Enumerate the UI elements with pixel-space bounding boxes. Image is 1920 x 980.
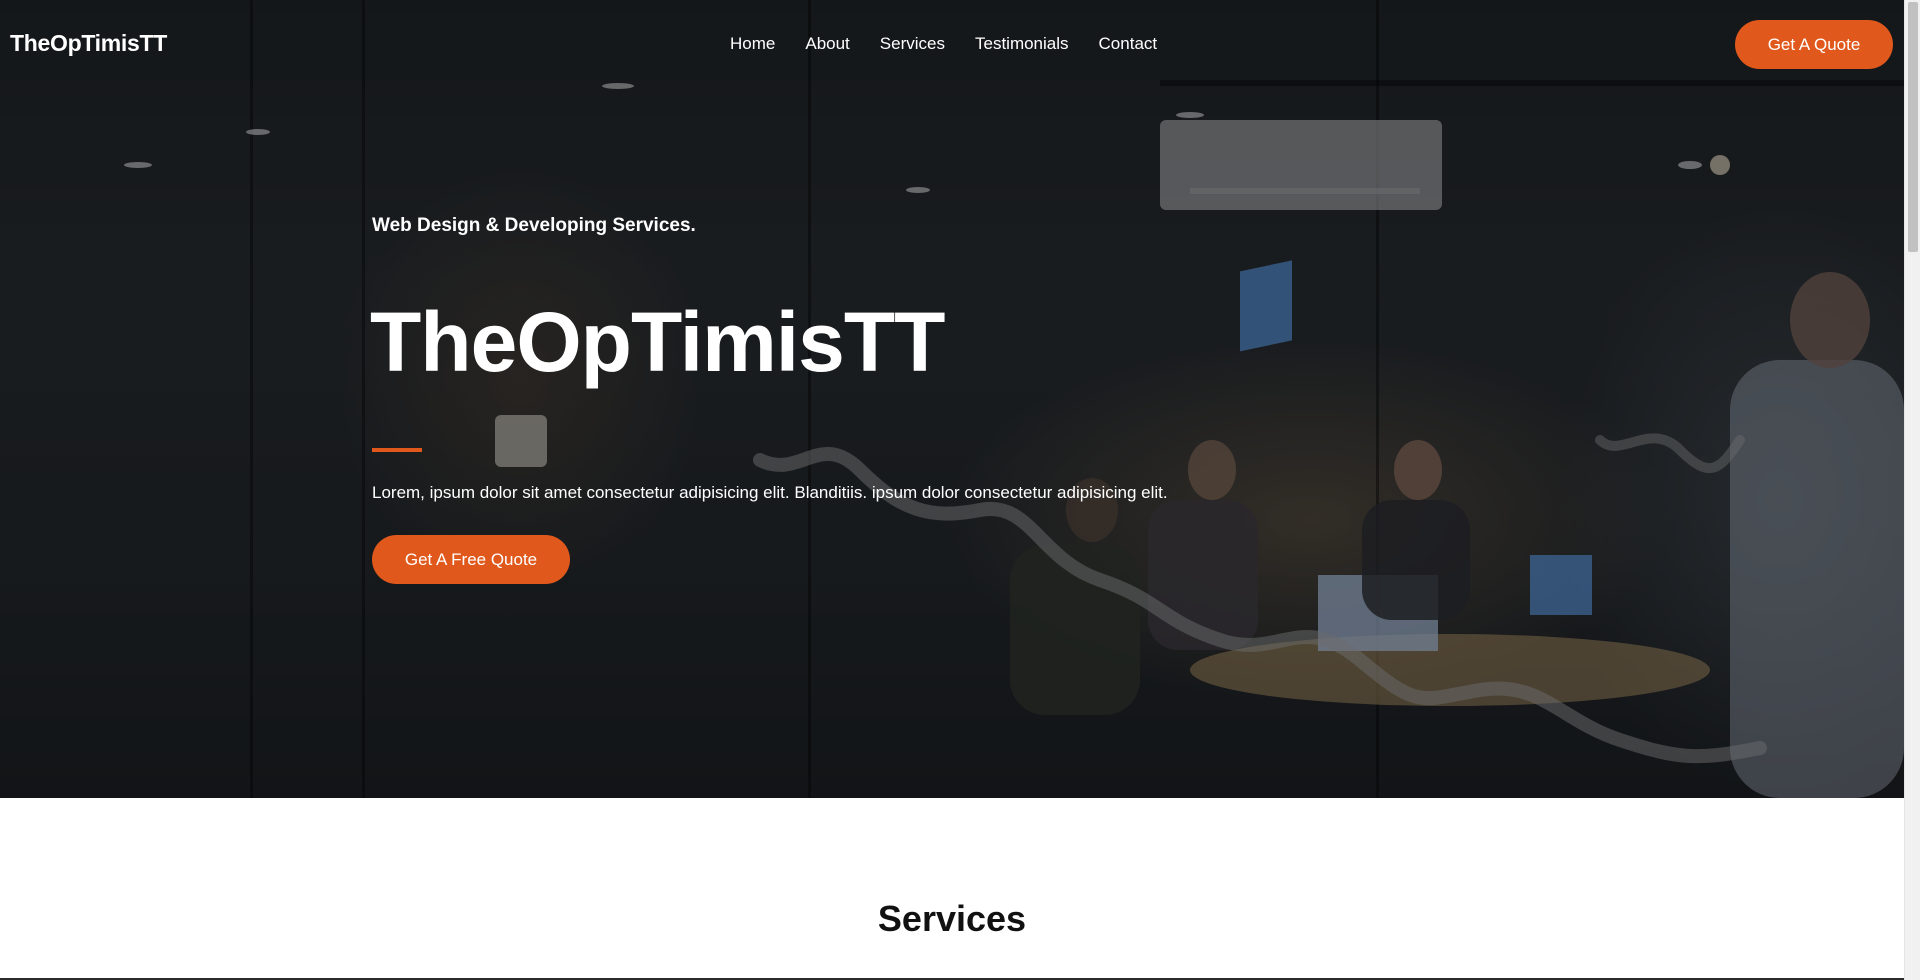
glass-divider xyxy=(362,0,365,798)
hero-subtitle: Web Design & Developing Services. xyxy=(372,215,696,236)
site-logo[interactable]: TheOpTimisTT xyxy=(10,30,167,57)
nav-link-about[interactable]: About xyxy=(805,34,849,54)
hero-accent-divider xyxy=(372,448,422,452)
vertical-scrollbar[interactable] xyxy=(1904,0,1920,980)
nav-link-services[interactable]: Services xyxy=(880,34,945,54)
hero-description: Lorem, ipsum dolor sit amet consectetur … xyxy=(372,483,1168,502)
nav-link-testimonials[interactable]: Testimonials xyxy=(975,34,1069,54)
glass-divider xyxy=(808,0,811,798)
get-free-quote-button[interactable]: Get A Free Quote xyxy=(372,535,570,584)
services-heading: Services xyxy=(877,898,1027,939)
scrollbar-thumb[interactable] xyxy=(1908,2,1918,252)
nav-link-contact[interactable]: Contact xyxy=(1099,34,1158,54)
hero-section: TheOpTimisTT Home About Services Testimo… xyxy=(0,0,1904,798)
glass-divider xyxy=(1376,0,1379,798)
glass-divider xyxy=(250,0,253,798)
page: TheOpTimisTT Home About Services Testimo… xyxy=(0,0,1920,980)
hero-title: TheOpTimisTT xyxy=(370,295,945,389)
main-nav: Home About Services Testimonials Contact xyxy=(730,34,1157,54)
nav-link-home[interactable]: Home xyxy=(730,34,775,54)
hero-background-illustration xyxy=(124,80,1904,798)
get-quote-button[interactable]: Get A Quote xyxy=(1735,20,1893,69)
